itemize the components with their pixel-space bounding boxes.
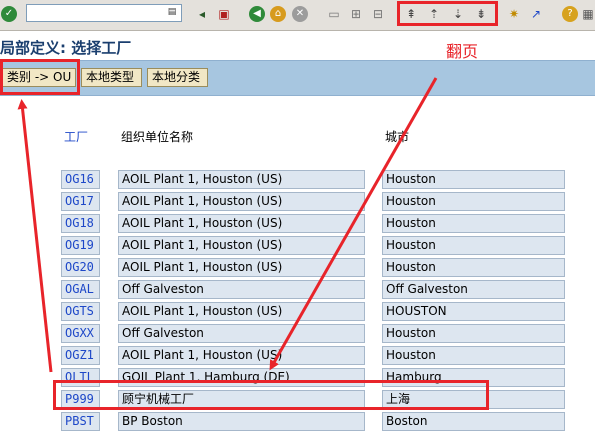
annotation-arrows <box>17 77 438 373</box>
arrow-to-category-button <box>17 99 53 373</box>
arrow-from-page-buttons <box>269 77 438 371</box>
